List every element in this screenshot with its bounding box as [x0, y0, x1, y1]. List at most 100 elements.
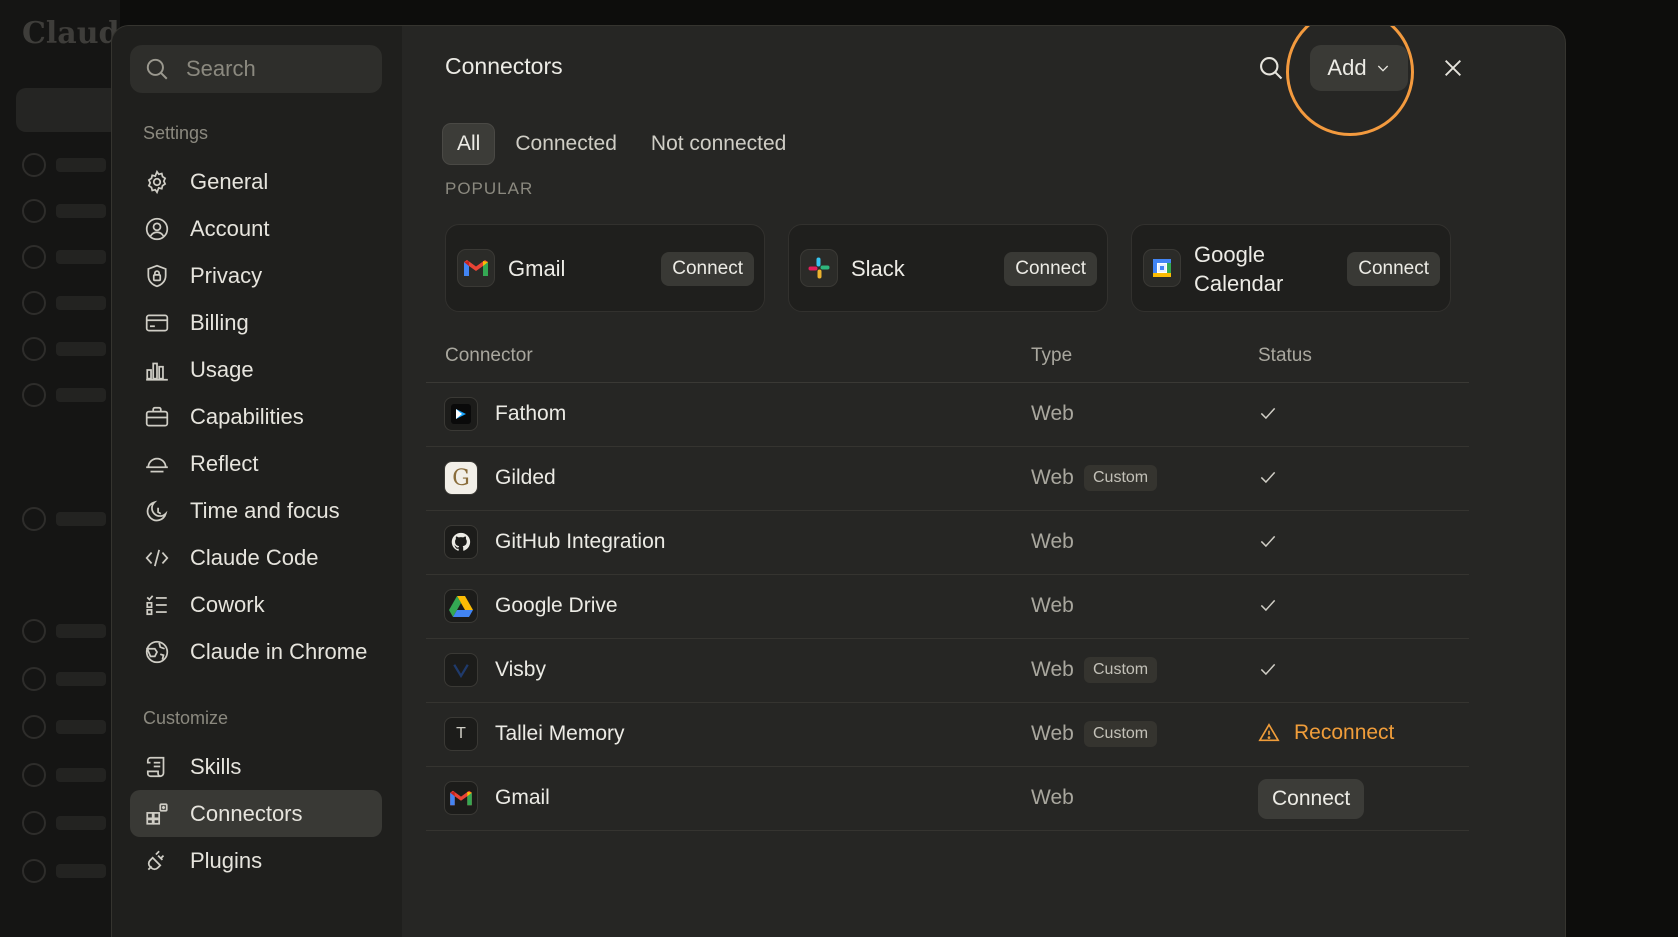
popular-card-name: Gmail [508, 256, 566, 281]
sidebar-item-capabilities[interactable]: Capabilities [130, 393, 382, 440]
table-row[interactable]: Fathom Web [426, 383, 1469, 447]
slack-icon [800, 249, 838, 287]
sidebar-item-label: Account [190, 215, 270, 241]
sidebar-item-general[interactable]: General [130, 158, 382, 205]
connect-button[interactable]: Connect [1347, 252, 1440, 286]
sidebar-item-label: Claude Code [190, 544, 319, 570]
popular-card-name-line: Calendar [1194, 271, 1284, 296]
scroll-icon [146, 756, 165, 777]
check-icon [1258, 595, 1278, 620]
connector-type: Web [1031, 722, 1074, 745]
connector-filter-tabs: All Connected Not connected [442, 123, 800, 165]
sidebar-item-privacy[interactable]: Privacy [130, 252, 382, 299]
sidebar-item-label: Skills [190, 753, 242, 779]
background-row [22, 859, 112, 883]
sidebar-search[interactable] [130, 45, 382, 93]
sidebar-item-account[interactable]: Account [130, 205, 382, 252]
popular-card-slack: Slack Connect [788, 224, 1108, 312]
close-button[interactable] [1438, 53, 1468, 83]
table-row[interactable]: G Gilded Web Custom [426, 447, 1469, 511]
background-new-chat [16, 88, 120, 132]
tab-all[interactable]: All [442, 123, 496, 165]
sidebar-item-reflect[interactable]: Reflect [130, 440, 382, 487]
sidebar-item-skills[interactable]: Skills [130, 743, 382, 790]
user-circle-icon [145, 217, 169, 240]
add-button-label: Add [1327, 55, 1367, 80]
sidebar-item-label: Privacy [190, 262, 263, 288]
sidebar-item-label: General [190, 168, 269, 194]
sidebar-item-label: Plugins [190, 847, 263, 873]
custom-badge: Custom [1084, 657, 1158, 683]
moon-clock-icon [146, 500, 168, 521]
table-row[interactable]: T Tallei Memory Web Custom Reconnect [426, 703, 1469, 767]
table-row[interactable]: Gmail Web Connect [426, 767, 1469, 831]
background-row [22, 337, 112, 361]
background-app-sidebar: Claude [0, 0, 139, 937]
background-row [22, 619, 112, 643]
sidebar-item-label: Billing [190, 309, 249, 335]
gear-icon [147, 169, 167, 194]
connect-button[interactable]: Connect [1258, 779, 1365, 819]
tab-not-connected[interactable]: Not connected [637, 123, 800, 165]
custom-badge: Custom [1084, 465, 1158, 491]
popular-card-name-line: Google [1194, 242, 1265, 267]
connector-table-header: Connector Type Status [426, 345, 1469, 383]
popular-card-gmail: Gmail Connect [445, 224, 765, 312]
code-icon [145, 549, 169, 566]
connector-type: Web [1031, 786, 1074, 809]
grid-plus-icon [146, 802, 168, 825]
tab-connected[interactable]: Connected [501, 123, 631, 165]
toolbox-icon [145, 406, 169, 427]
bar-chart-icon [146, 362, 168, 381]
background-row [22, 383, 112, 407]
sidebar-item-connectors[interactable]: Connectors [130, 790, 382, 837]
connector-name: Gilded [495, 466, 556, 489]
table-row[interactable]: Visby Web Custom [426, 639, 1469, 703]
connector-type: Web [1031, 466, 1074, 489]
popular-card-name: Slack [851, 256, 905, 281]
connect-button[interactable]: Connect [661, 252, 754, 286]
shield-lock-icon [147, 264, 167, 287]
connector-name: Fathom [495, 402, 567, 425]
connector-name: Google Drive [495, 594, 618, 617]
gilded-icon: G [444, 461, 478, 495]
connector-search-button[interactable] [1255, 52, 1287, 84]
custom-badge: Custom [1084, 721, 1158, 747]
sidebar-item-plugins[interactable]: Plugins [130, 837, 382, 884]
tallei-icon-letter: T [456, 725, 466, 742]
connector-type: Web [1031, 530, 1074, 553]
check-icon [1258, 403, 1278, 428]
search-icon [146, 58, 168, 80]
reconnect-button[interactable]: Reconnect [1258, 721, 1394, 745]
sidebar-item-claude-code[interactable]: Claude Code [130, 534, 382, 581]
gmail-icon [444, 781, 478, 815]
sidebar-item-claude-in-chrome[interactable]: Claude in Chrome [130, 628, 382, 675]
table-row[interactable]: GitHub Integration Web [426, 511, 1469, 575]
table-row[interactable]: Google Drive Web [426, 575, 1469, 639]
sidebar-item-billing[interactable]: Billing [130, 299, 382, 346]
visby-icon [444, 653, 478, 687]
connector-type: Web [1031, 594, 1074, 617]
sidebar-item-label: Capabilities [190, 403, 304, 429]
sidebar-item-label: Usage [190, 356, 254, 382]
google-drive-icon [444, 589, 478, 623]
sidebar-item-usage[interactable]: Usage [130, 346, 382, 393]
background-row [22, 811, 112, 835]
connector-name: Tallei Memory [495, 722, 625, 745]
sidebar-item-label: Claude in Chrome [190, 638, 368, 664]
chevron-down-icon [1377, 65, 1388, 72]
sidebar-item-label: Time and focus [190, 497, 340, 523]
connector-name: Visby [495, 658, 546, 681]
connector-name: GitHub Integration [495, 530, 666, 553]
gmail-icon [457, 249, 495, 287]
sidebar-item-label: Reflect [190, 450, 259, 476]
add-button[interactable]: Add [1310, 45, 1408, 91]
check-icon [1258, 467, 1278, 492]
google-calendar-icon [1143, 249, 1181, 287]
connect-button[interactable]: Connect [1004, 252, 1097, 286]
background-row [22, 153, 112, 177]
sidebar-item-cowork[interactable]: Cowork [130, 581, 382, 628]
sidebar-item-time-and-focus[interactable]: Time and focus [130, 487, 382, 534]
background-row [22, 199, 112, 223]
search-input[interactable] [186, 56, 366, 82]
